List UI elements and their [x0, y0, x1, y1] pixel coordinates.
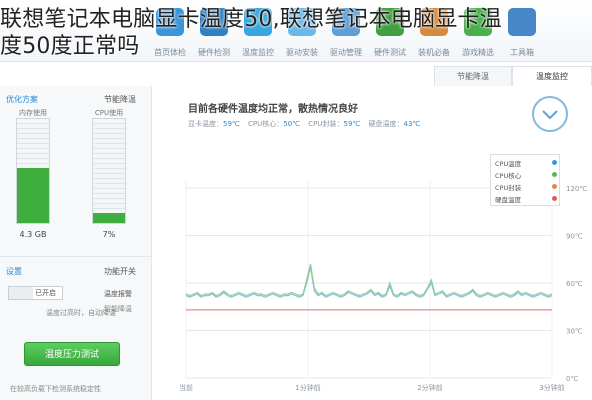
stress-test-button[interactable]: 温度压力测试: [24, 342, 120, 366]
page-title: 联想笔记本电脑显卡温度50,联想笔记本电脑显卡温 度50度正常吗: [0, 6, 592, 60]
memory-meter-empty: [17, 119, 49, 170]
footer-note: 在较高负载下检测系统稳定性: [10, 385, 101, 393]
y-tick-label: 90℃: [566, 232, 583, 240]
y-tick-label: 60℃: [566, 280, 583, 288]
page-title-line1: 联想笔记本电脑显卡温度50,联想笔记本电脑显卡温: [0, 7, 502, 32]
optimize-link[interactable]: 优化方案: [6, 94, 38, 105]
memory-meter-caption: 内存使用: [19, 109, 47, 117]
cpu-meter-value: 7%: [102, 230, 116, 239]
cpu-meter-empty: [93, 119, 125, 215]
memory-meter-value: 4.3 GB: [19, 230, 47, 239]
legend-dot: [552, 172, 557, 177]
y-tick-label: 120℃: [566, 185, 587, 193]
legend-dot: [552, 184, 557, 189]
legend-dot: [552, 160, 557, 165]
legend-item[interactable]: CPU核心: [495, 170, 557, 180]
auto-cool-toggle[interactable]: 已开启: [8, 286, 63, 300]
y-tick-label: 30℃: [566, 327, 583, 335]
temperature-line-chart: 120℃ 90℃ 60℃ 30℃ 0℃ 当前 1分钟前 2分钟前 3分钟前: [179, 180, 587, 392]
y-tick-label: 0℃: [566, 375, 578, 383]
x-tick-label: 2分钟前: [417, 383, 442, 392]
chart-legend: CPU温度 CPU核心 CPU封装 硬盘温度: [490, 154, 560, 206]
page-title-line2: 度50度正常吗: [0, 34, 140, 59]
cpu-meter: [92, 118, 126, 224]
legend-item[interactable]: 硬盘温度: [495, 194, 557, 204]
x-tick-label: 当前: [179, 383, 193, 392]
temperature-chart-panel: 目前各硬件温度均正常，散热情况良好 显卡温度：59℃ CPU核心：50℃ CPU…: [152, 86, 592, 400]
divider: [0, 256, 151, 257]
cpu-meter-caption: CPU使用: [94, 109, 124, 117]
legend-item[interactable]: CPU温度: [495, 158, 557, 168]
tab-temperature-monitor[interactable]: 温度监控: [512, 66, 592, 86]
toggle-knob: [9, 287, 33, 299]
legend-dot: [552, 196, 557, 201]
memory-meter-fill: [17, 168, 49, 223]
tab-cooling[interactable]: 节能降温: [434, 66, 512, 86]
temp-alarm-label: 温度报警: [104, 290, 132, 298]
memory-meter: [16, 118, 50, 224]
tab-bar: 节能降温 温度监控: [434, 66, 592, 86]
x-tick-label: 1分钟前: [295, 383, 320, 392]
series-line: [185, 263, 553, 297]
cpu-meter-fill: [93, 213, 125, 223]
legend-item[interactable]: CPU封装: [495, 182, 557, 192]
x-tick-label: 3分钟前: [539, 383, 564, 392]
overheat-note: 温度过高时，自动降温: [46, 309, 116, 317]
toggle-label: 已开启: [35, 289, 56, 297]
left-panel: 节能降温 优化方案 内存使用 4.3 GB CPU使用 7% 功能开关 设置 已…: [0, 86, 152, 400]
settings-link[interactable]: 设置: [6, 266, 22, 277]
switch-heading: 功能开关: [104, 267, 136, 276]
section-cooling-heading: 节能降温: [104, 95, 136, 104]
